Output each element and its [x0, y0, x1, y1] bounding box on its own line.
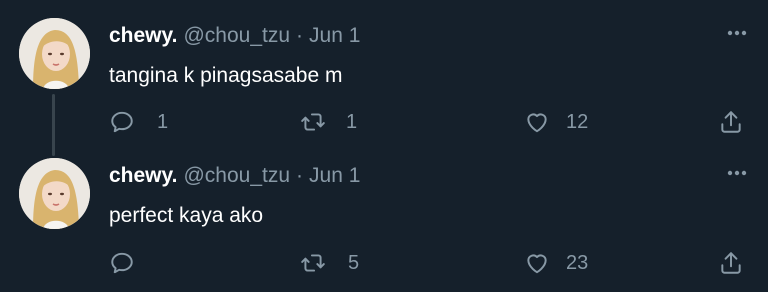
like-count: 12 — [566, 110, 589, 133]
tweet-actions: 1 1 12 — [0, 107, 768, 137]
heart-icon — [524, 109, 550, 135]
share-button[interactable] — [718, 107, 744, 137]
tweet-text: perfect kaya ako — [109, 204, 264, 227]
tweet-header: chewy. @chou_tzu · Jun 1 — [109, 24, 360, 50]
retweet-count: 1 — [346, 110, 358, 133]
like-count: 23 — [566, 251, 589, 274]
avatar[interactable] — [19, 158, 90, 229]
reply-button[interactable] — [109, 248, 157, 278]
more-options-icon[interactable] — [726, 162, 748, 184]
tweet-header: chewy. @chou_tzu · Jun 1 — [109, 164, 360, 190]
separator-dot: · — [296, 164, 304, 187]
share-icon — [718, 250, 744, 276]
tweet-text: tangina k pinagsasabe m — [109, 64, 343, 87]
reply-button[interactable]: 1 — [109, 107, 168, 137]
tweet-date[interactable]: Jun 1 — [309, 24, 360, 48]
reply-icon — [109, 250, 135, 276]
user-handle[interactable]: @chou_tzu — [183, 24, 290, 48]
tweet[interactable]: chewy. @chou_tzu · Jun 1 tangina k pinag… — [0, 0, 768, 156]
display-name[interactable]: chewy. — [109, 24, 177, 48]
reply-count: 1 — [157, 110, 169, 133]
heart-icon — [524, 250, 550, 276]
avatar[interactable] — [19, 18, 90, 89]
more-options-icon[interactable] — [726, 22, 748, 44]
user-handle[interactable]: @chou_tzu — [183, 164, 290, 188]
retweet-button[interactable]: 1 — [300, 107, 357, 137]
retweet-icon — [300, 109, 326, 135]
retweet-count: 5 — [348, 251, 360, 274]
separator-dot: · — [296, 24, 304, 47]
share-button[interactable] — [718, 248, 744, 278]
retweet-button[interactable]: 5 — [300, 248, 359, 278]
share-icon — [718, 109, 744, 135]
reply-icon — [109, 109, 135, 135]
tweet-actions: 5 23 — [0, 248, 768, 278]
display-name[interactable]: chewy. — [109, 164, 177, 188]
retweet-icon — [300, 250, 326, 276]
tweet-date[interactable]: Jun 1 — [309, 164, 360, 188]
like-button[interactable]: 23 — [524, 248, 588, 278]
like-button[interactable]: 12 — [524, 107, 588, 137]
tweet[interactable]: chewy. @chou_tzu · Jun 1 perfect kaya ak… — [0, 142, 768, 292]
